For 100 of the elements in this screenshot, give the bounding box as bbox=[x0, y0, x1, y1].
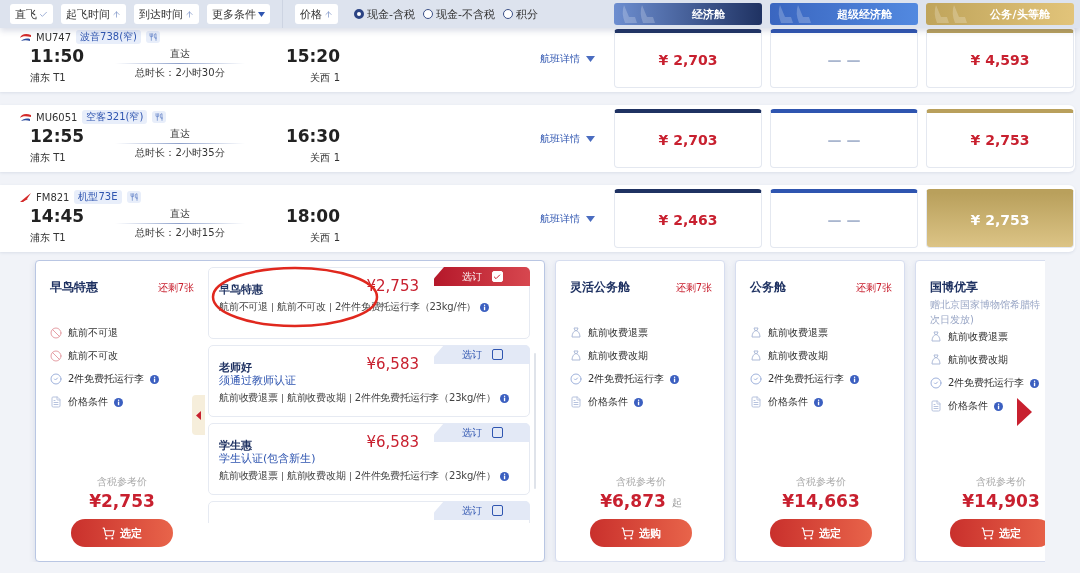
filter-button[interactable]: 起飞时间 bbox=[61, 4, 126, 24]
aircraft-tag: 机型73E bbox=[74, 190, 122, 204]
feature-text: 2件免费托运行李 bbox=[948, 376, 1025, 390]
fare-price: ¥14,663 bbox=[782, 490, 860, 513]
departure-time: 12:55 bbox=[30, 125, 86, 147]
cabin-header: 超级经济舱 bbox=[770, 3, 918, 25]
price-cell[interactable]: ¥ 2,703 bbox=[614, 29, 762, 88]
payment-radio[interactable]: 现金-含税 bbox=[354, 6, 415, 22]
arrow-up-icon bbox=[185, 9, 194, 19]
price-cell[interactable]: ¥ 2,753 bbox=[926, 109, 1074, 168]
flight-number: MU747 bbox=[36, 31, 72, 43]
feature-text: 航前收费改期 bbox=[948, 353, 1008, 367]
money-bag-icon bbox=[930, 331, 942, 343]
option-title: 老师好 bbox=[219, 360, 252, 375]
details-link[interactable]: 航班详情 bbox=[540, 131, 614, 146]
info-icon[interactable] bbox=[499, 393, 509, 403]
caret-down-icon bbox=[586, 135, 595, 142]
option-requirement: 学生认证(包含新生) bbox=[219, 451, 317, 466]
info-icon[interactable] bbox=[480, 302, 490, 312]
check-circle-icon bbox=[750, 373, 762, 385]
caret-down-icon bbox=[258, 11, 265, 17]
price-cell[interactable]: ¥ 4,593 bbox=[926, 29, 1074, 88]
money-bag-icon bbox=[930, 354, 942, 366]
select-button[interactable]: 选购 bbox=[590, 519, 692, 547]
check-circle-icon bbox=[930, 377, 942, 389]
filter-button[interactable]: 直飞 bbox=[10, 4, 53, 24]
price-cell[interactable]: ¥ 2,703 bbox=[614, 109, 762, 168]
caret-down-icon bbox=[586, 215, 595, 222]
route-type: 直达 bbox=[170, 207, 190, 221]
next-arrow[interactable] bbox=[1016, 398, 1032, 426]
check-circle-icon bbox=[570, 373, 582, 385]
option-title: 早鸟特惠 bbox=[219, 282, 263, 297]
feature-text: 价格条件 bbox=[948, 399, 988, 413]
feature-text: 价格条件 bbox=[68, 395, 108, 409]
option-feature: 航前收费改期 bbox=[286, 391, 346, 405]
duration-text: 总时长：2小时15分 bbox=[135, 226, 225, 240]
book-tab[interactable]: 选订 bbox=[434, 501, 530, 520]
sort-button[interactable]: 价格 bbox=[295, 4, 338, 24]
cabin-header: 经济舱 bbox=[614, 3, 762, 25]
departure-terminal: 浦东 T1 bbox=[30, 151, 67, 165]
select-button[interactable]: 选定 bbox=[770, 519, 872, 547]
prohibited-icon bbox=[50, 350, 62, 362]
info-icon[interactable] bbox=[634, 397, 643, 407]
checkbox[interactable] bbox=[491, 427, 503, 438]
book-tab[interactable]: 选订 bbox=[434, 345, 530, 364]
fare-title: 国博优享 bbox=[930, 279, 978, 296]
airline-logo-icon bbox=[20, 192, 31, 202]
prohibited-icon bbox=[50, 327, 62, 339]
info-icon[interactable] bbox=[850, 374, 860, 384]
filter-button[interactable]: 更多条件 bbox=[207, 4, 270, 24]
info-icon[interactable] bbox=[150, 374, 160, 384]
arrival-time: 15:20 bbox=[285, 45, 340, 67]
payment-radio[interactable]: 积分 bbox=[502, 6, 538, 22]
book-tab[interactable]: 选订 bbox=[434, 423, 530, 442]
info-icon[interactable] bbox=[499, 471, 509, 481]
select-button[interactable]: 选定 bbox=[950, 519, 1045, 547]
collapse-button[interactable] bbox=[192, 395, 205, 435]
option-feature: 2件件免费托运行李（23kg/件） bbox=[354, 391, 496, 405]
option-feature: 2件件免费托运行李（23kg/件） bbox=[354, 469, 496, 483]
option-price: ¥6,583 bbox=[366, 433, 419, 451]
info-icon[interactable] bbox=[114, 397, 123, 407]
info-icon[interactable] bbox=[1030, 378, 1040, 388]
feature-text: 航前收费改期 bbox=[588, 349, 648, 363]
info-icon[interactable] bbox=[670, 374, 680, 384]
option-feature: 航前收费退票 bbox=[219, 391, 278, 405]
select-button[interactable]: 选定 bbox=[71, 519, 173, 547]
money-bag-icon bbox=[750, 350, 762, 362]
aircraft-tag: 空客321(窄) bbox=[82, 110, 148, 124]
option-feature: 航前不可改 bbox=[277, 300, 327, 314]
payment-radio[interactable]: 现金-不含税 bbox=[423, 6, 495, 22]
info-icon[interactable] bbox=[994, 401, 1003, 411]
cart-icon bbox=[102, 526, 115, 540]
cart-icon bbox=[981, 526, 994, 540]
departure-terminal: 浦东 T1 bbox=[30, 231, 67, 245]
price-cell[interactable]: ¥ 2,463 bbox=[614, 189, 762, 248]
feature-text: 2件免费托运行李 bbox=[588, 372, 665, 386]
caret-down-icon bbox=[586, 55, 595, 62]
feature-text: 2件免费托运行李 bbox=[768, 372, 845, 386]
money-bag-icon bbox=[570, 350, 582, 362]
details-link[interactable]: 航班详情 bbox=[540, 211, 614, 226]
meal-icon bbox=[126, 191, 141, 203]
checkbox[interactable] bbox=[491, 505, 503, 516]
fare-price: ¥14,903 bbox=[962, 490, 1040, 513]
info-icon[interactable] bbox=[814, 397, 823, 407]
checkbox[interactable] bbox=[491, 349, 503, 360]
price-label: 含税参考价 bbox=[976, 475, 1026, 489]
feature-text: 航前不可改 bbox=[68, 349, 118, 363]
feature-text: 航前收费改期 bbox=[768, 349, 828, 363]
meal-icon bbox=[145, 31, 160, 43]
feature-text: 2件免费托运行李 bbox=[68, 372, 145, 386]
book-tab[interactable]: 选订 bbox=[434, 267, 530, 286]
filter-button[interactable]: 到达时间 bbox=[134, 4, 199, 24]
feature-text: 航前不可退 bbox=[68, 326, 118, 340]
arrival-terminal: 关西 1 bbox=[310, 231, 340, 245]
flight-number: MU6051 bbox=[36, 111, 78, 123]
money-bag-icon bbox=[750, 327, 762, 339]
details-link[interactable]: 航班详情 bbox=[540, 51, 614, 66]
route-type: 直达 bbox=[170, 127, 190, 141]
fare-note: 次日发放) bbox=[930, 314, 975, 326]
option-requirement: 须通过教师认证 bbox=[219, 373, 297, 388]
